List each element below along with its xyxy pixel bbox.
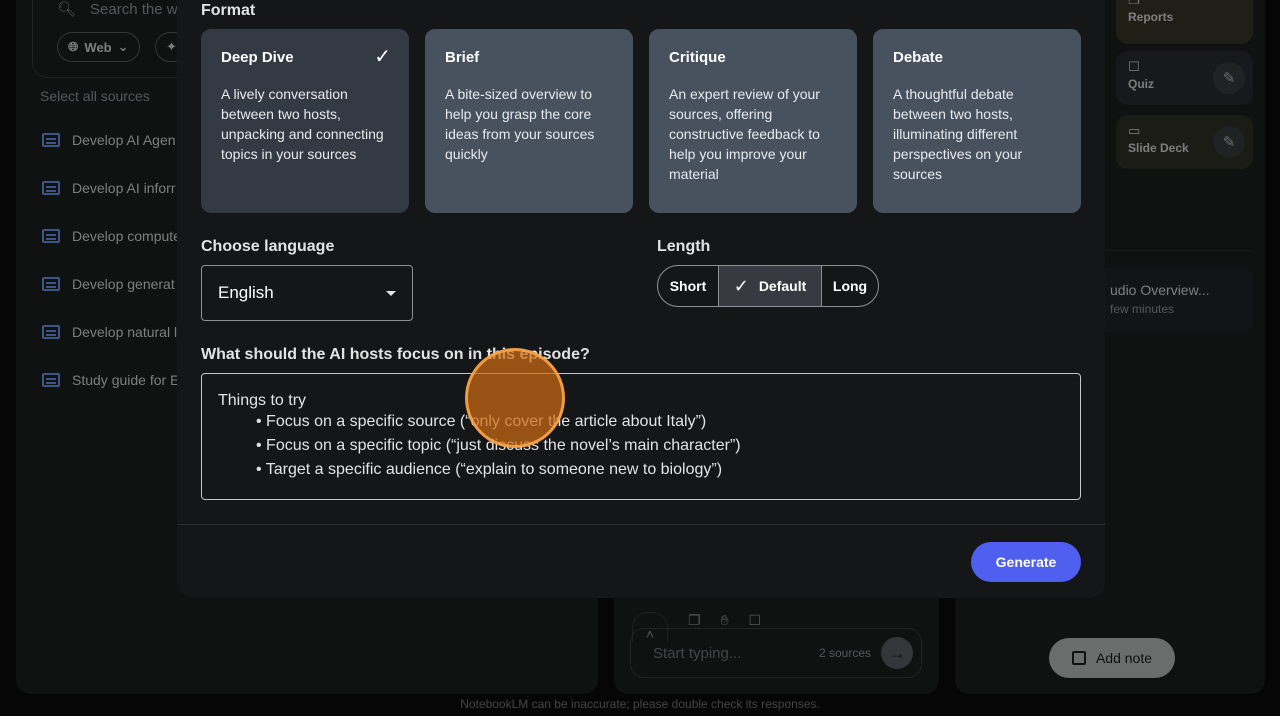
audio-overview-dialog: Format Deep Dive ✓ A lively conversation… (177, 0, 1105, 598)
focus-placeholder-item: Target a specific audience (“explain to … (256, 458, 1064, 482)
format-title: Deep Dive (221, 49, 294, 66)
language-select[interactable]: English (201, 265, 413, 321)
focus-placeholder-title: Things to try (218, 392, 307, 409)
format-description: A thoughtful debate between two hosts, i… (893, 86, 1023, 182)
format-title: Critique (669, 49, 726, 66)
focus-textarea[interactable]: Things to try Focus on a specific source… (201, 373, 1081, 500)
length-option-label: Short (669, 278, 707, 294)
dropdown-caret-icon (386, 290, 396, 296)
length-option-label: Default (758, 278, 807, 294)
language-label: Choose language (201, 238, 335, 255)
format-card-brief[interactable]: Brief A bite-sized overview to help you … (425, 29, 633, 213)
generate-button[interactable]: Generate (971, 542, 1081, 582)
focus-placeholder-list: Focus on a specific source (“only cover … (256, 410, 1064, 482)
focus-placeholder-item: Focus on a specific source (“only cover … (256, 410, 1064, 434)
format-description: A lively conversation between two hosts,… (221, 86, 384, 162)
length-option-label: Long (832, 278, 868, 294)
language-value: English (218, 283, 274, 302)
format-description: An expert review of your sources, offeri… (669, 86, 820, 182)
length-segmented-control: Short ✓ Default Long (657, 265, 879, 307)
length-option-long[interactable]: Long (822, 266, 878, 306)
format-heading: Format (201, 2, 256, 19)
format-title: Debate (893, 49, 944, 66)
check-icon: ✓ (733, 275, 749, 296)
format-card-debate[interactable]: Debate A thoughtful debate between two h… (873, 29, 1081, 213)
format-description: A bite-sized overview to help you grasp … (445, 86, 595, 162)
check-icon: ✓ (374, 46, 391, 68)
dialog-divider (177, 524, 1105, 525)
format-card-critique[interactable]: Critique An expert review of your source… (649, 29, 857, 213)
length-option-short[interactable]: Short (658, 266, 719, 306)
format-card-deep-dive[interactable]: Deep Dive ✓ A lively conversation betwee… (201, 29, 409, 213)
click-indicator (465, 348, 565, 448)
length-option-default[interactable]: ✓ Default (719, 266, 822, 306)
focus-placeholder-item: Focus on a specific topic (“just discuss… (256, 434, 1064, 458)
length-label: Length (657, 238, 711, 255)
format-title: Brief (445, 49, 480, 66)
